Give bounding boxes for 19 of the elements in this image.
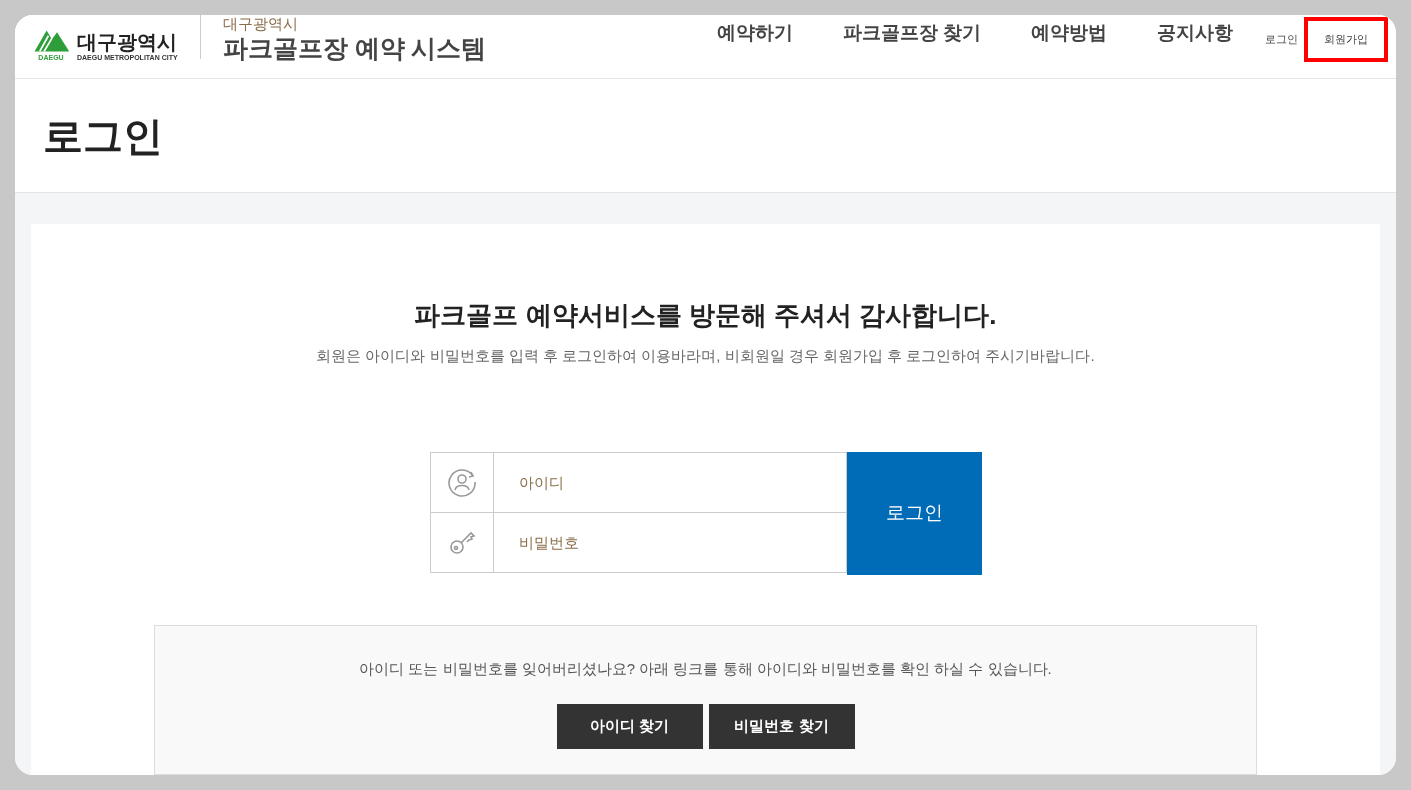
find-account-button[interactable]: 아이디 찾기 xyxy=(556,704,703,749)
site-overline: 대구광역시 xyxy=(222,15,299,33)
nav-link[interactable]: 파크골프장 찾기 xyxy=(842,19,981,48)
help-text: 아이디 또는 비밀번호를 잊어버리셨나요? 아래 링크를 통해 아이디와 비밀번호를 확인 하실 수 있습니다. xyxy=(359,658,1052,679)
id-field[interactable]: 아이디 xyxy=(492,451,847,513)
page-title: 로그인 xyxy=(43,112,163,160)
logo-text: 대구광역시 xyxy=(77,30,178,53)
user-icon xyxy=(446,467,477,497)
find-account-button[interactable]: 비밀번호 찾기 xyxy=(708,704,855,749)
login-button[interactable]: 로그인 xyxy=(846,451,982,575)
site-title: 파크골프장 예약 시스템 xyxy=(222,32,487,63)
welcome-heading: 파크골프 예약서비스를 방문해 주셔서 감사합니다. xyxy=(414,299,997,332)
nav-link[interactable]: 예약하기 xyxy=(716,19,793,48)
nav-link[interactable]: 공지사항 xyxy=(1157,19,1233,48)
login-description: 회원은 아이디와 비밀번호를 입력 후 로그인하여 이용바라며, 비회원일 경우 회원가입 후 로그인하여 주시기바랍니다. xyxy=(316,346,1095,366)
util-link[interactable]: 로그인 xyxy=(1259,17,1304,62)
util-link[interactable]: 회원가입 xyxy=(1304,17,1388,62)
nav-link[interactable]: 예약방법 xyxy=(1031,19,1107,48)
password-field[interactable]: 비밀번호 xyxy=(492,511,847,573)
